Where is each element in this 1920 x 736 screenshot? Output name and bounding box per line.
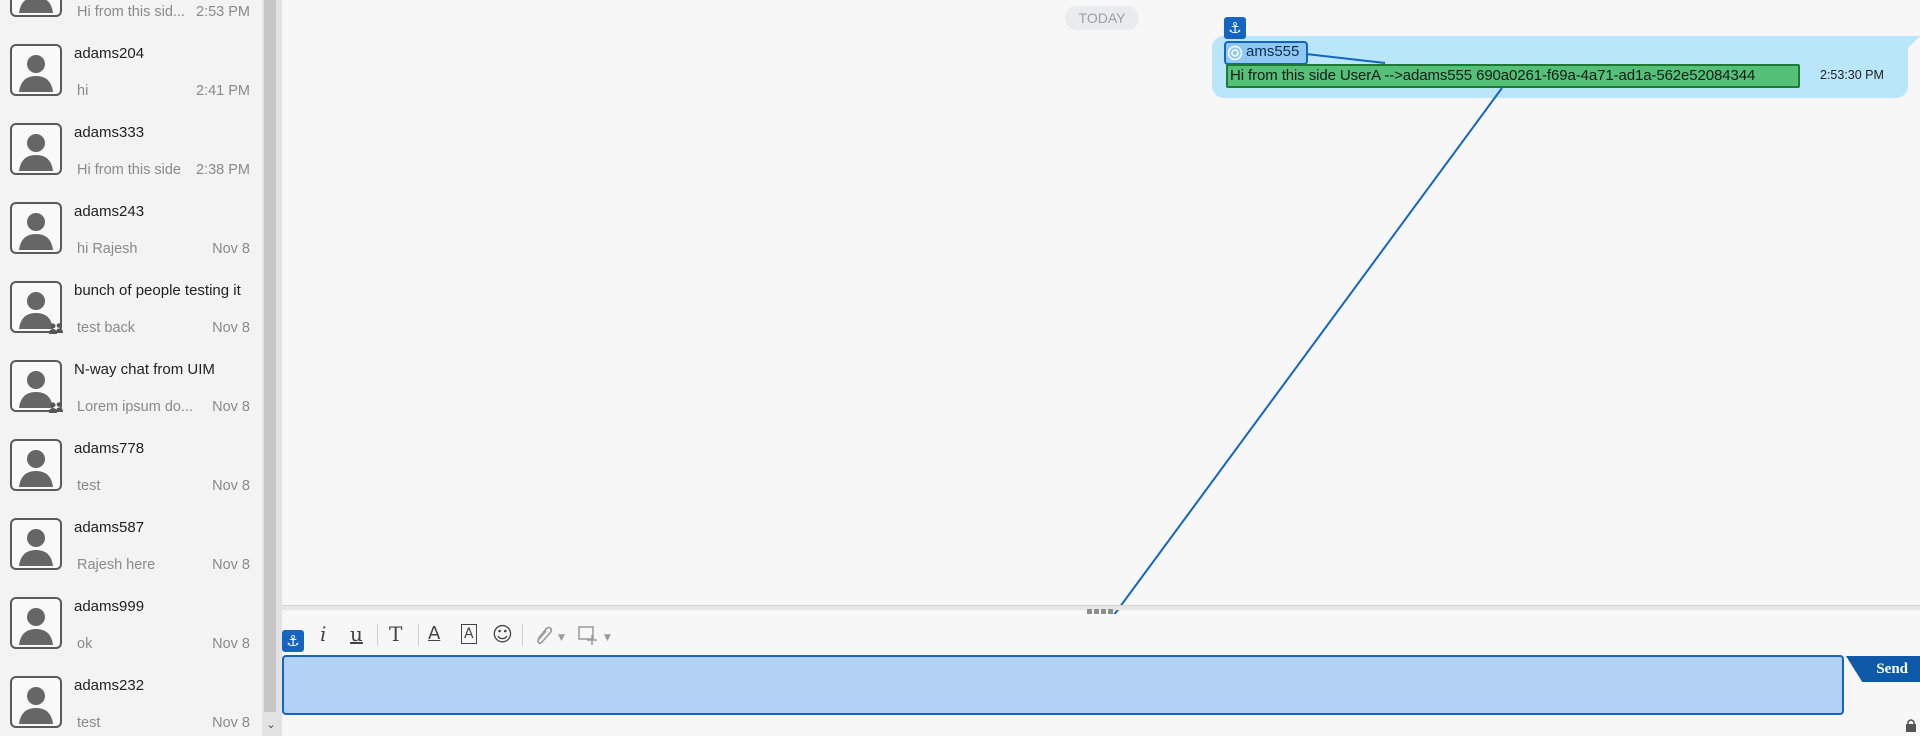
conversation-item[interactable]: adams999 ok Nov 8 [0, 586, 262, 665]
message-text[interactable]: Hi from this side UserA -->adams555 690a… [1230, 67, 1755, 84]
conversation-time: Nov 8 [212, 399, 250, 415]
conversation-item[interactable]: N-way chat from UIM Lorem ipsum do... Nov … [0, 349, 262, 428]
add-participant-dropdown-icon[interactable]: ▼ [604, 633, 611, 643]
toolbar-divider [377, 624, 378, 646]
toolbar-divider [418, 624, 419, 646]
conversation-name: adams243 [74, 203, 145, 220]
conversation-item[interactable]: adams204 hi 2:41 PM [0, 33, 262, 112]
conversation-preview: Lorem ipsum do... [77, 399, 194, 415]
toolbar-divider [522, 624, 523, 646]
highlight-color-button[interactable]: A [461, 624, 477, 644]
conversation-item[interactable]: adams243 hi Rajesh Nov 8 [0, 191, 262, 270]
conversation-time: 2:41 PM [196, 83, 250, 99]
avatar [10, 44, 62, 96]
avatar [10, 676, 62, 728]
message-input[interactable] [282, 655, 1844, 715]
add-participant-icon[interactable] [576, 621, 602, 647]
anchor-icon[interactable]: ⚓ [1224, 17, 1246, 39]
presence-icon [1227, 45, 1243, 61]
conversation-time: 2:53 PM [196, 4, 250, 20]
attachment-dropdown-icon[interactable]: ▼ [558, 633, 565, 643]
conversation-time: 2:38 PM [196, 162, 250, 178]
conversation-item[interactable]: adams232 test Nov 8 [0, 665, 262, 736]
conversation-time: Nov 8 [212, 557, 250, 573]
italic-button[interactable]: i [320, 621, 326, 647]
message-timestamp: 2:53:30 PM [1820, 68, 1884, 82]
conversation-name: adams333 [74, 124, 145, 141]
conversation-list: Hi from this sid... 2:53 PM adams204 hi 2:41… [0, 0, 262, 736]
font-color-button[interactable]: A [428, 621, 440, 647]
text-format-button[interactable]: T [389, 621, 402, 647]
avatar [10, 123, 62, 175]
conversation-item[interactable]: adams778 test Nov 8 [0, 428, 262, 507]
conversation-preview: ok [77, 636, 93, 652]
underline-button[interactable]: u [350, 621, 363, 647]
sidebar-scrollbar-thumb[interactable] [264, 0, 276, 712]
conversation-preview: test back [77, 320, 136, 336]
group-icon [49, 402, 63, 413]
conversation-time: Nov 8 [212, 478, 250, 494]
avatar [10, 202, 62, 254]
conversation-name: adams232 [74, 677, 145, 694]
lock-icon [1906, 719, 1916, 732]
conversation-name: N-way chat from UIM [74, 361, 215, 378]
conversation-item[interactable]: adams333 Hi from this side 2:38 PM [0, 112, 262, 191]
conversation-name: adams778 [74, 440, 145, 457]
scroll-down-icon[interactable]: ⌄ [264, 718, 278, 732]
conversation-name: adams204 [74, 45, 145, 62]
conversation-item[interactable]: Hi from this sid... 2:53 PM [0, 0, 262, 33]
avatar [10, 0, 62, 17]
conversation-name: bunch of people testing it [74, 282, 241, 299]
date-divider: TODAY [1065, 6, 1139, 30]
avatar [10, 597, 62, 649]
conversation-preview: hi [77, 83, 89, 99]
conversation-time: Nov 8 [212, 636, 250, 652]
conversation-preview: hi Rajesh [77, 241, 138, 257]
conversation-preview: test [77, 715, 101, 731]
emoji-button[interactable]: ☺ [492, 621, 513, 647]
avatar [10, 439, 62, 491]
conversation-item[interactable]: adams587 Rajesh here Nov 8 [0, 507, 262, 586]
attachment-icon[interactable] [532, 621, 554, 647]
conversation-time: Nov 8 [212, 715, 250, 731]
anchor-icon[interactable]: ⚓ [282, 630, 304, 652]
avatar [10, 518, 62, 570]
conversation-time: Nov 8 [212, 320, 250, 336]
conversation-name: adams587 [74, 519, 145, 536]
conversation-time: Nov 8 [212, 241, 250, 257]
conversation-item[interactable]: bunch of people testing it test back Nov 8 [0, 270, 262, 349]
conversation-preview: test [77, 478, 101, 494]
conversation-preview: Hi from this side [77, 162, 181, 178]
format-toolbar [282, 614, 1920, 654]
message-sender[interactable]: ams555 [1246, 43, 1299, 60]
conversation-name: adams999 [74, 598, 145, 615]
group-icon [49, 323, 63, 334]
conversation-preview: Rajesh here [77, 557, 156, 573]
conversation-preview: Hi from this sid... [77, 4, 185, 20]
